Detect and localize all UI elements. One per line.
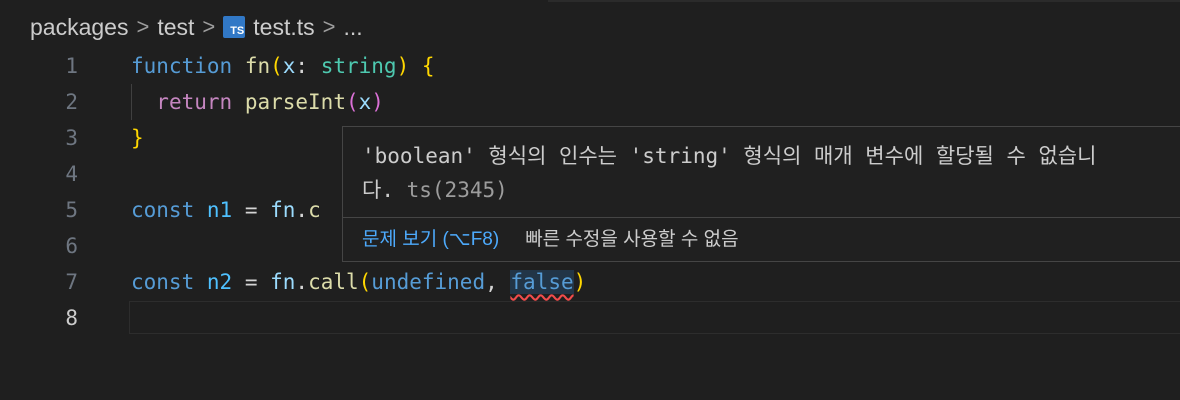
code-token: : <box>295 54 321 78</box>
breadcrumb-item-file[interactable]: test.ts <box>253 14 314 41</box>
code-token: } <box>131 126 144 150</box>
typescript-file-icon: TS <box>223 16 246 38</box>
code-token: ) <box>573 270 587 294</box>
code-token: ) <box>371 90 384 114</box>
breadcrumb-item-test[interactable]: test <box>157 14 194 41</box>
code-token: ( <box>358 270 372 294</box>
hover-actions: 문제 보기 (⌥F8) 빠른 수정을 사용할 수 없음 <box>362 223 739 257</box>
chevron-right-icon: > <box>322 14 336 39</box>
line-number: 7 <box>65 270 78 294</box>
code-text: } <box>131 120 144 156</box>
error-token: false <box>510 270 574 294</box>
error-message: 'boolean' 형식의 인수는 'string' 형식의 매개 변수에 할당… <box>362 139 1180 207</box>
code-token: parseInt <box>244 90 346 114</box>
chevron-right-icon: > <box>136 14 150 39</box>
code-token: const <box>131 270 195 294</box>
code-token: , <box>485 270 511 294</box>
code-line[interactable]: 1 function fn(x: string) { <box>0 48 1180 84</box>
breadcrumb-item-packages[interactable]: packages <box>30 14 128 41</box>
code-token: n1 <box>206 198 233 222</box>
code-text: function fn(x: string) { <box>131 48 435 84</box>
code-token: string <box>320 54 397 78</box>
code-token: fn <box>244 54 271 78</box>
error-hover-widget: 'boolean' 형식의 인수는 'string' 형식의 매개 변수에 할당… <box>342 126 1180 262</box>
code-token: return <box>156 90 233 114</box>
code-line[interactable]: 7 const n2 = fn.call(undefined, false) <box>0 264 1180 300</box>
code-token: fn <box>270 198 296 222</box>
code-text: const n1 = fn.c <box>131 192 321 228</box>
code-token: ( <box>345 90 359 114</box>
line-number: 5 <box>65 198 78 222</box>
code-token: ( <box>270 54 283 78</box>
code-token: n2 <box>206 270 233 294</box>
hover-divider <box>343 217 1180 218</box>
line-number: 6 <box>65 234 78 258</box>
line-number: 2 <box>65 90 78 114</box>
line-number: 3 <box>65 126 78 150</box>
code-token: . <box>295 198 309 222</box>
code-token: = <box>232 198 271 222</box>
current-line-highlight <box>129 301 1180 334</box>
code-token: fn <box>270 270 296 294</box>
code-line[interactable]: 8 <box>0 300 1180 336</box>
code-token: call <box>308 270 359 294</box>
error-code: ts(2345) <box>406 178 508 202</box>
top-border <box>548 0 1180 2</box>
code-token: const <box>131 198 195 222</box>
code-token: ) <box>396 54 410 78</box>
breadcrumb: packages > test > TS test.ts > ... <box>30 10 363 44</box>
code-token: function <box>131 54 233 78</box>
code-token: x <box>282 54 296 78</box>
breadcrumb-item-symbols[interactable]: ... <box>343 14 362 41</box>
line-number: 8 <box>65 306 78 330</box>
code-token: { <box>421 54 435 78</box>
code-token: undefined <box>371 270 486 294</box>
code-line[interactable]: 2 return parseInt(x) <box>0 84 1180 120</box>
line-number: 4 <box>65 162 78 186</box>
code-token: c <box>308 198 321 222</box>
no-quick-fix-text: 빠른 수정을 사용할 수 없음 <box>525 229 739 250</box>
view-problem-link[interactable]: 문제 보기 (⌥F8) <box>362 229 499 250</box>
code-token: = <box>232 270 271 294</box>
code-token: x <box>358 90 372 114</box>
chevron-right-icon: > <box>202 14 216 39</box>
code-text: return parseInt(x) <box>131 84 384 120</box>
code-text: const n2 = fn.call(undefined, false) <box>131 264 586 300</box>
error-message-line-2: 다. <box>362 178 394 202</box>
error-message-line-1: 'boolean' 형식의 인수는 'string' 형식의 매개 변수에 할당… <box>362 144 1097 168</box>
line-number: 1 <box>65 54 78 78</box>
code-token: . <box>295 270 309 294</box>
